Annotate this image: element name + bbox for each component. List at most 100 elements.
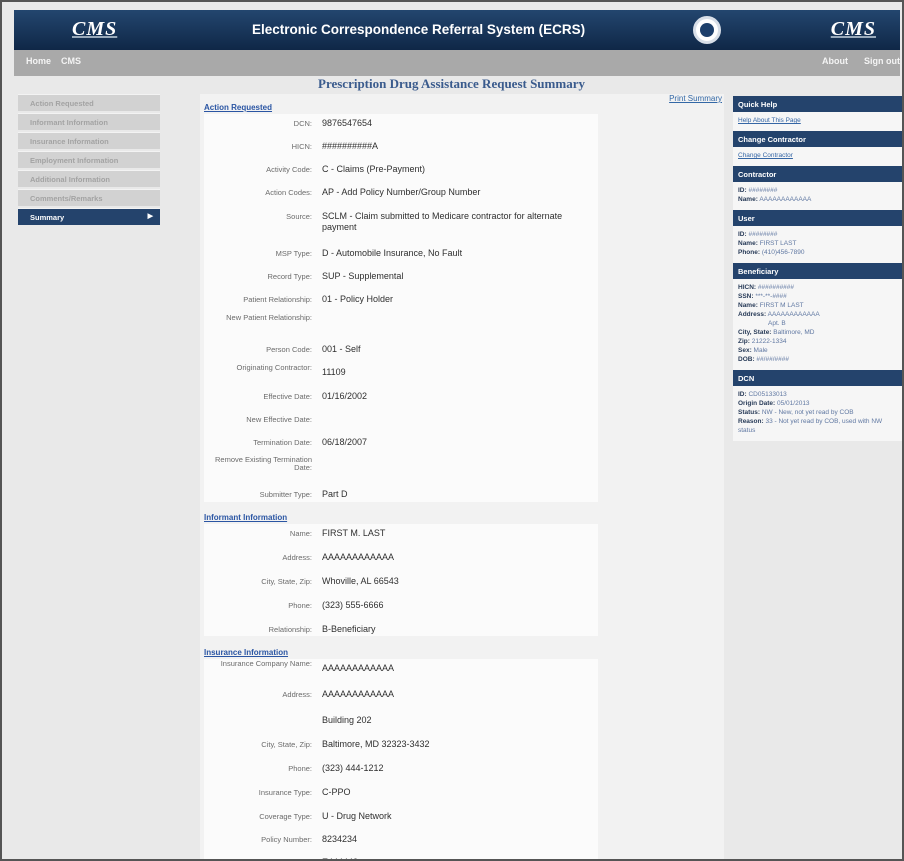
field-value: B-Beneficiary <box>322 624 376 634</box>
beneficiary-info-line: Zip: 21222-1334 <box>738 337 901 346</box>
section-title-action-requested[interactable]: Action Requested <box>204 103 272 112</box>
info-value: ########## <box>757 284 795 291</box>
info-key: Reason: <box>738 418 764 425</box>
field-label: Patient Relationship: <box>243 295 312 304</box>
nav-about-link[interactable]: About <box>822 56 848 66</box>
insurance-panel: Insurance Company Name: AAAAAAAAAAAA Addre… <box>204 659 598 859</box>
field-value: D - Automobile Insurance, No Fault <box>322 248 463 258</box>
leftnav-item-employment-information[interactable]: Employment Information <box>18 151 160 168</box>
section-title-informant[interactable]: Informant Information <box>204 513 287 522</box>
user-info-line: Name: FIRST LAST <box>738 239 901 248</box>
field-label: Termination Date: <box>253 438 312 447</box>
dcn-info-line: ID: CD05133013 <box>738 390 901 399</box>
field-label: Phone: <box>288 601 312 610</box>
beneficiary-info-line: SSN: ***-**-#### <box>738 292 901 301</box>
leftnav-item-summary[interactable]: Summary ▶ <box>18 208 160 225</box>
field-value: 11109 <box>322 367 346 377</box>
info-value: NW - New, not yet read by COB <box>761 409 854 416</box>
contractor-info-line: ID: ######## <box>738 186 901 195</box>
nav-cms-link[interactable]: CMS <box>61 56 81 66</box>
leftnav-item-label: Informant Information <box>30 118 108 127</box>
leftnav-item-informant-information[interactable]: Informant Information <box>18 113 160 130</box>
field-value: ##########A <box>322 141 379 151</box>
field-value: C-PPO <box>322 787 351 797</box>
top-nav: Home CMS About Sign out <box>14 50 900 76</box>
field-value: C - Claims (Pre-Payment) <box>322 164 426 174</box>
info-value: Apt. B <box>768 320 786 327</box>
field-label: Person Code: <box>266 345 312 354</box>
info-key: Name: <box>738 302 758 309</box>
info-key: Zip: <box>738 338 750 345</box>
info-key: Phone: <box>738 249 761 256</box>
field-value: 001 - Self <box>322 344 361 354</box>
info-value: CD05133013 <box>748 391 787 398</box>
field-label: City, State, Zip: <box>261 577 312 586</box>
field-label: Insurance Company Name: <box>220 659 312 668</box>
field-label: Activity Code: <box>266 165 312 174</box>
cms-logo-right[interactable]: CMS <box>831 18 876 41</box>
info-value: ######## <box>748 231 778 238</box>
field-value: Part D <box>322 489 348 499</box>
field-value: AAAAAAAAAAAA <box>322 552 395 562</box>
nav-signout-link[interactable]: Sign out <box>864 56 900 66</box>
user-header: User <box>733 210 902 226</box>
info-key: City, State: <box>738 329 772 336</box>
user-info-line: Phone: (410)456-7890 <box>738 248 901 257</box>
field-label: Effective Date: <box>263 392 312 401</box>
beneficiary-info-line: City, State: Baltimore, MD <box>738 328 901 337</box>
field-value: SUP - Supplemental <box>322 271 404 281</box>
leftnav-item-action-requested[interactable]: Action Requested <box>18 94 160 111</box>
field-value: SCLM - Claim submitted to Medicare contr… <box>322 211 563 232</box>
info-value: ######## <box>748 187 778 194</box>
quick-help-header: Quick Help <box>733 96 902 112</box>
field-value: U - Drug Network <box>322 811 392 821</box>
dcn-info: ID: CD05133013 Origin Date: 05/01/2013 Sta… <box>733 386 902 441</box>
beneficiary-info-line: Apt. B <box>738 319 901 328</box>
informant-panel: Name: FIRST M. LAST Address: AAAAAAAAAAAA Ci… <box>204 524 598 636</box>
dcn-info-line: Reason: 33 - Not yet read by COB, used w… <box>738 417 901 435</box>
dcn-info-line: Origin Date: 05/01/2013 <box>738 399 901 408</box>
leftnav-item-label: Summary <box>30 213 65 222</box>
field-value: (323) 555-6666 <box>322 600 384 610</box>
leftnav-item-insurance-information[interactable]: Insurance Information <box>18 132 160 149</box>
field-value: FIRST M. LAST <box>322 528 386 538</box>
info-key: Address: <box>738 311 767 318</box>
info-value: AAAAAAAAAAAA <box>767 311 820 318</box>
app-title: Electronic Correspondence Referral Syste… <box>252 22 586 37</box>
change-contractor-link[interactable]: Change Contractor <box>738 152 793 159</box>
leftnav-item-comments-remarks[interactable]: Comments/Remarks <box>18 189 160 206</box>
field-label: City, State, Zip: <box>261 740 312 749</box>
chevron-right-icon: ▶ <box>147 213 153 220</box>
info-key: ID: <box>738 187 747 194</box>
leftnav-item-label: Action Requested <box>30 99 94 108</box>
field-value: AAAAAAAAAAAA <box>322 663 395 673</box>
cms-logo-left[interactable]: CMS <box>72 18 117 41</box>
summary-content: Print Summary Action Requested DCN: 98765… <box>200 94 724 859</box>
info-value: (410)456-7890 <box>761 249 805 256</box>
field-label: MSP Type: <box>275 249 312 258</box>
field-label: Insurance Type: <box>258 788 312 797</box>
info-key: Sex: <box>738 347 752 354</box>
beneficiary-info-line: DOB: ##/##/#### <box>738 355 901 364</box>
user-info-line: ID: ######## <box>738 230 901 239</box>
print-summary-link[interactable]: Print Summary <box>669 94 722 103</box>
info-key: Name: <box>738 240 758 247</box>
action-requested-panel: DCN: 9876547654 HICN: ##########A Activity C… <box>204 114 598 502</box>
field-value: 8234234 <box>322 834 358 844</box>
header-bar: CMS Electronic Correspondence Referral S… <box>14 10 900 50</box>
field-value: 01/16/2002 <box>322 391 368 401</box>
info-value: AAAAAAAAAAAA <box>759 196 812 203</box>
contractor-info-line: Name: AAAAAAAAAAAA <box>738 195 901 204</box>
field-label: New Effective Date: <box>246 415 312 424</box>
right-sidebar: Quick Help Help About This Page Change C… <box>733 96 902 441</box>
help-about-page-link[interactable]: Help About This Page <box>738 117 801 124</box>
field-label: Address: <box>282 553 312 562</box>
nav-home-link[interactable]: Home <box>26 56 51 66</box>
info-value: FIRST LAST <box>759 240 797 247</box>
leftnav-item-additional-information[interactable]: Additional Information <box>18 170 160 187</box>
field-value: 9876547654 <box>322 118 373 128</box>
section-title-insurance[interactable]: Insurance Information <box>204 648 288 657</box>
leftnav-item-label: Additional Information <box>30 175 110 184</box>
info-value: ***-**-#### <box>755 293 787 300</box>
field-value: E444443 <box>322 857 582 859</box>
